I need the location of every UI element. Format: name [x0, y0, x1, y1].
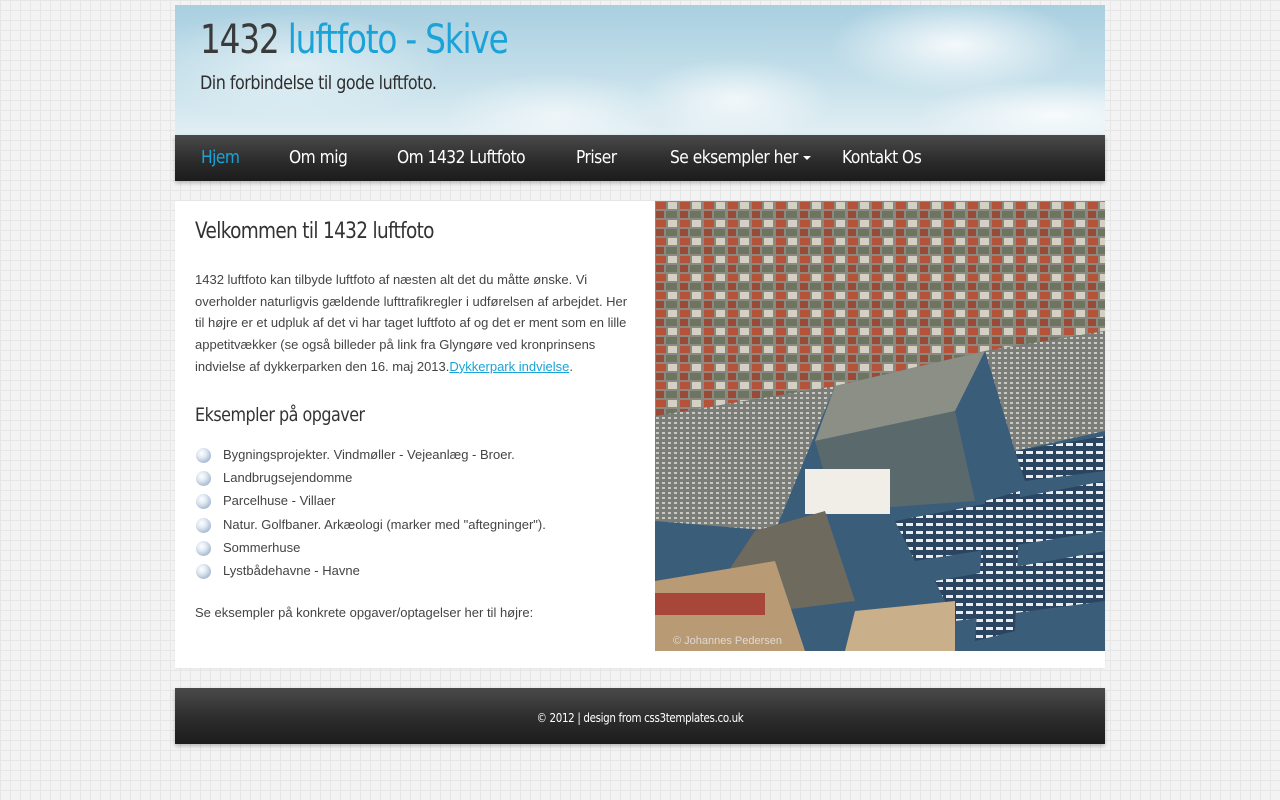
site-slogan: Din forbindelse til gode luftfoto.: [200, 72, 437, 94]
site-footer: © 2012 | design from css3templates.co.uk: [175, 688, 1105, 744]
page-title: Velkommen til 1432 luftfoto: [195, 219, 434, 244]
menu-item-priser[interactable]: Priser: [576, 135, 617, 181]
list-item-text: Sommerhuse: [223, 539, 301, 555]
list-item: Bygningsprojekter. Vindmøller - Vejeanlæ…: [195, 443, 546, 466]
content-area: Velkommen til 1432 luftfoto 1432 luftfot…: [175, 201, 1105, 668]
list-item-text: Landbrugsejendomme: [223, 470, 353, 486]
list-item-text: Lystbådehavne - Havne: [223, 562, 360, 578]
site-title[interactable]: 1432 luftfoto - Skive: [200, 15, 509, 65]
menu-item-kontakt-os[interactable]: Kontakt Os: [842, 135, 922, 181]
bullet-icon: [196, 517, 211, 533]
menu-item-om-1432-luftfoto[interactable]: Om 1432 Luftfoto: [397, 135, 526, 181]
chevron-down-icon[interactable]: [803, 156, 811, 160]
bullet-icon: [196, 471, 211, 487]
main-menu: Hjem Om mig Om 1432 Luftfoto Priser Se e…: [175, 135, 1105, 181]
bullet-icon: [196, 563, 211, 579]
bullet-icon: [196, 540, 211, 556]
list-item: Landbrugsejendomme: [195, 466, 546, 489]
dykkerpark-link[interactable]: Dykkerpark indvielse: [449, 359, 569, 374]
bullet-icon: [196, 494, 211, 510]
closing-text: Se eksempler på konkrete opgaver/optagel…: [195, 605, 534, 620]
menu-item-se-eksempler-her[interactable]: Se eksempler her: [670, 135, 798, 181]
menu-item-hjem[interactable]: Hjem: [201, 135, 240, 181]
photo-watermark: © Johannes Pedersen: [673, 635, 782, 647]
intro-end: .: [569, 358, 573, 374]
list-item-text: Parcelhuse - Villaer: [223, 493, 336, 509]
list-item: Natur. Golfbaner. Arkæologi (marker med …: [195, 513, 546, 536]
site-title-name: luftfoto - Skive: [287, 17, 509, 63]
footer-text: © 2012 | design from css3templates.co.uk: [536, 711, 744, 725]
site-title-number: 1432: [200, 17, 280, 63]
aerial-harbour-photo[interactable]: © Johannes Pedersen: [655, 201, 1105, 651]
list-item: Lystbådehavne - Havne: [195, 559, 546, 582]
list-item: Sommerhuse: [195, 536, 546, 559]
intro-paragraph: 1432 luftfoto kan tilbyde luftfoto af næ…: [195, 269, 640, 378]
examples-heading: Eksempler på opgaver: [195, 404, 365, 426]
bullet-icon: [196, 448, 211, 463]
list-item: Parcelhuse - Villaer: [195, 489, 546, 512]
list-item-text: Natur. Golfbaner. Arkæologi (marker med …: [223, 516, 546, 532]
examples-list: Bygningsprojekter. Vindmøller - Vejeanlæ…: [195, 443, 546, 582]
menu-item-om-mig[interactable]: Om mig: [289, 135, 348, 181]
list-item-text: Bygningsprojekter. Vindmøller - Vejeanlæ…: [223, 447, 515, 462]
site-header: 1432 luftfoto - Skive Din forbindelse ti…: [175, 5, 1105, 135]
